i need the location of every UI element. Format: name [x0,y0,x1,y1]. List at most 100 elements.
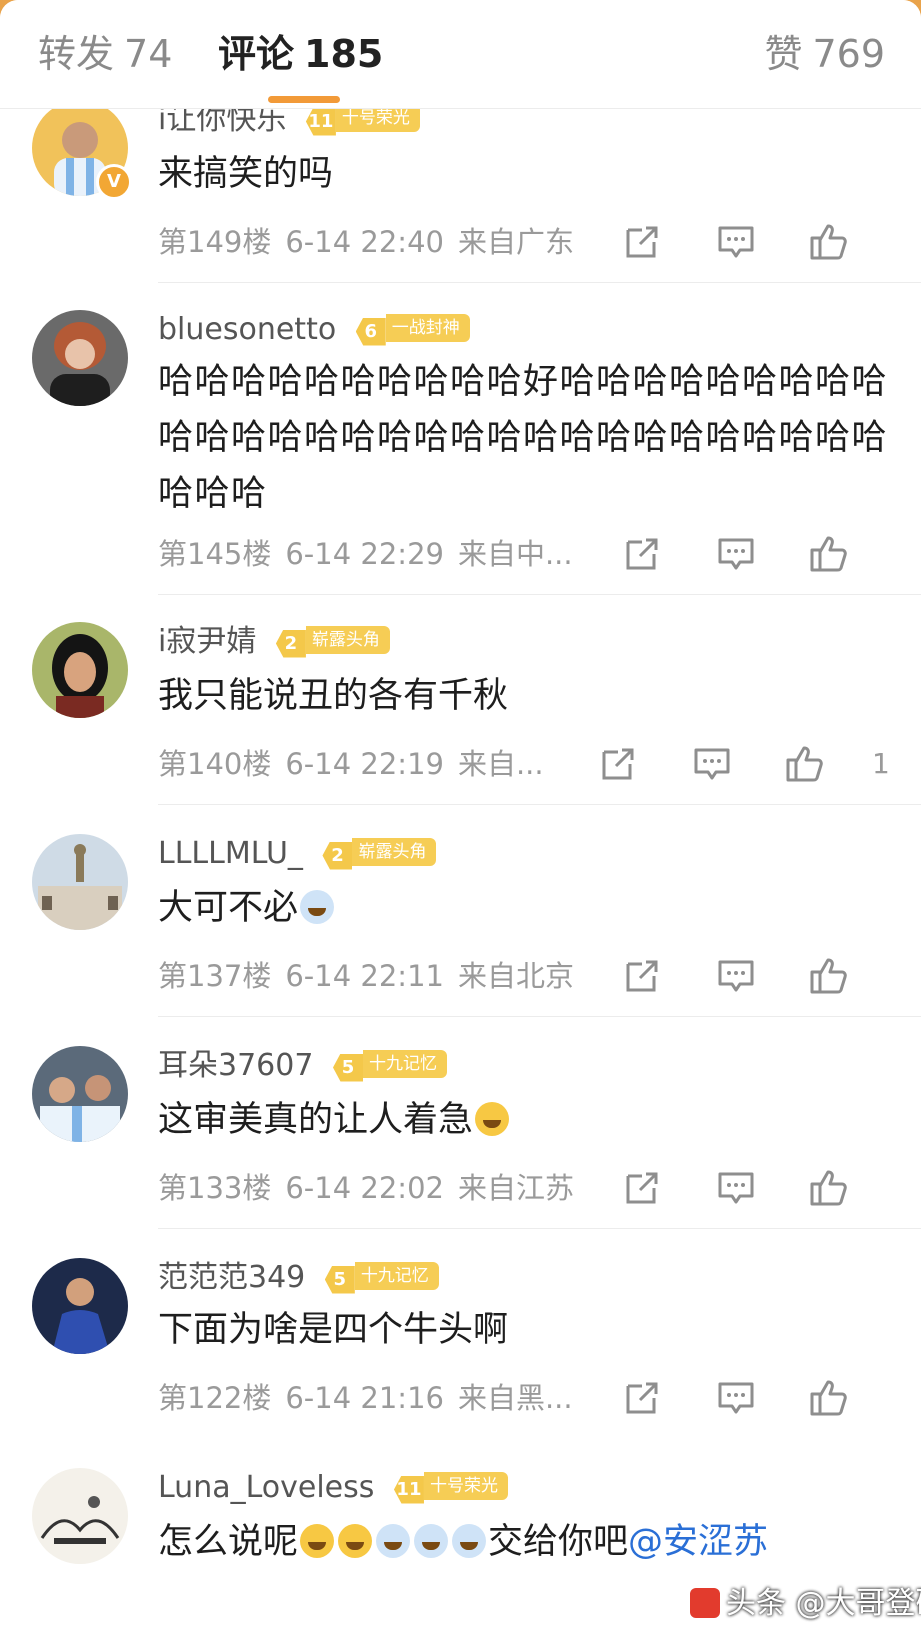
thumbs-up-icon[interactable] [806,1166,850,1210]
timestamp: 6-14 22:11 [285,959,444,993]
fan-badge[interactable]: 5 十九记忆 [324,1261,439,1294]
active-tab-indicator [268,96,340,103]
location: 来自... [457,747,544,781]
like-count: 1 [872,747,890,780]
avatar[interactable] [32,310,128,406]
fan-level: 6 [355,317,386,346]
fan-badge[interactable]: 2 崭露头角 [275,625,390,658]
share-icon[interactable] [620,1166,664,1210]
fan-level: 5 [324,1265,355,1294]
fan-title: 一战封神 [385,313,470,342]
username-row: i寂尹婧 2 崭露头角 [158,622,390,662]
fan-badge[interactable]: 6 一战封神 [355,313,470,346]
comment-meta: 第137楼 6-14 22:11 来自北京 [158,956,588,996]
username[interactable]: i寂尹婧 [158,624,256,659]
username[interactable]: bluesonetto [158,312,336,347]
comment-text: 我只能说丑的各有千秋 [158,676,509,716]
username[interactable]: 范范范349 [158,1260,305,1295]
comment-page: V i让你快乐 11 十号荣光 来搞笑的吗 第149楼 6-14 22:40 来自广东 [0,0,921,1633]
avatar[interactable] [32,1258,128,1354]
toutiao-logo-icon [690,1588,720,1618]
username[interactable]: LLLLMLU_ [158,836,303,871]
divider [158,1016,921,1017]
reply-icon[interactable] [714,1166,758,1210]
comment-meta: 第140楼 6-14 22:19 来自... [158,744,558,784]
sob-emoji-icon [300,1524,335,1558]
avatar[interactable] [32,834,128,930]
comment-text: 下面为啥是四个牛头啊 [158,1310,509,1350]
avatar-image [32,310,128,406]
timestamp: 6-14 22:40 [285,225,444,259]
tab-like[interactable]: 赞 769 [764,28,885,80]
avatar[interactable] [32,1046,128,1142]
comment-meta: 第133楼 6-14 22:02 来自江苏 [158,1168,588,1208]
fan-badge[interactable]: 11 十号荣光 [393,1471,508,1504]
avatar[interactable] [32,1468,128,1564]
thumbs-up-icon[interactable] [806,1376,850,1420]
avatar-image [32,1046,128,1142]
fan-level: 11 [305,107,336,136]
comment-text: 这审美真的让人着急 [158,1092,898,1148]
fan-title: 十九记忆 [362,1049,447,1078]
avatar-image [32,1258,128,1354]
username[interactable]: Luna_Loveless [158,1470,374,1505]
fan-level: 2 [322,841,353,870]
reply-icon[interactable] [714,954,758,998]
grin-emoji-icon [338,1524,373,1558]
verified-icon: V [96,164,132,200]
cry-emoji-icon [452,1524,487,1558]
fan-level: 2 [275,629,306,658]
divider [158,1228,921,1229]
timestamp: 6-14 22:02 [285,1171,444,1205]
username-row: 范范范349 5 十九记忆 [158,1258,439,1298]
tab-comment-count: 185 [304,32,384,76]
reply-icon[interactable] [690,742,734,786]
floor: 第137楼 [158,959,272,993]
share-icon[interactable] [620,954,664,998]
comment-text-content: 怎么说呢 [158,1522,299,1562]
thumbs-up-icon[interactable] [782,742,826,786]
share-icon[interactable] [620,1376,664,1420]
comment-text-tail: 交给你吧 [488,1522,629,1562]
comment-text: 来搞笑的吗 [158,154,334,194]
avatar-image [32,622,128,718]
tab-repost-count: 74 [124,32,173,76]
thumbs-up-icon[interactable] [806,220,850,264]
username-row: LLLLMLU_ 2 崭露头角 [158,834,437,874]
reply-icon[interactable] [714,1376,758,1420]
fan-level: 11 [393,1475,424,1504]
laughing-tears-emoji-icon [475,1102,510,1136]
share-icon[interactable] [620,532,664,576]
fan-title: 十九记忆 [354,1261,439,1290]
share-icon[interactable] [596,742,640,786]
username-row: bluesonetto 6 一战封神 [158,310,470,350]
tab-comment[interactable]: 评论 185 [218,28,383,80]
avatar-image [32,1468,128,1564]
fan-title: 崭露头角 [305,625,390,654]
fan-title: 十号荣光 [423,1471,508,1500]
reply-icon[interactable] [714,532,758,576]
fan-badge[interactable]: 5 十九记忆 [332,1049,447,1082]
timestamp: 6-14 22:29 [285,537,444,571]
avatar-image [32,834,128,930]
tab-comment-label: 评论 [218,32,295,76]
username[interactable]: 耳朵37607 [158,1048,313,1083]
user-mention[interactable]: @安涩苏 [628,1522,768,1562]
tab-bar: 转发 74 评论 185 赞 769 [0,0,921,109]
share-icon[interactable] [620,220,664,264]
reply-icon[interactable] [714,220,758,264]
thumbs-up-icon[interactable] [806,532,850,576]
divider [158,594,921,595]
location: 来自中... [457,537,573,571]
fan-level: 5 [332,1053,363,1082]
avatar[interactable] [32,622,128,718]
floor: 第122楼 [158,1381,272,1415]
comment-meta: 第149楼 6-14 22:40 来自广东 [158,222,588,262]
fan-badge[interactable]: 2 崭露头角 [322,837,437,870]
scared-emoji-icon [300,890,335,924]
location: 来自黑... [457,1381,573,1415]
comment-text-content: 这审美真的让人着急 [158,1100,474,1140]
thumbs-up-icon[interactable] [806,954,850,998]
tab-repost[interactable]: 转发 74 [38,28,172,80]
username-row: 耳朵37607 5 十九记忆 [158,1046,447,1086]
